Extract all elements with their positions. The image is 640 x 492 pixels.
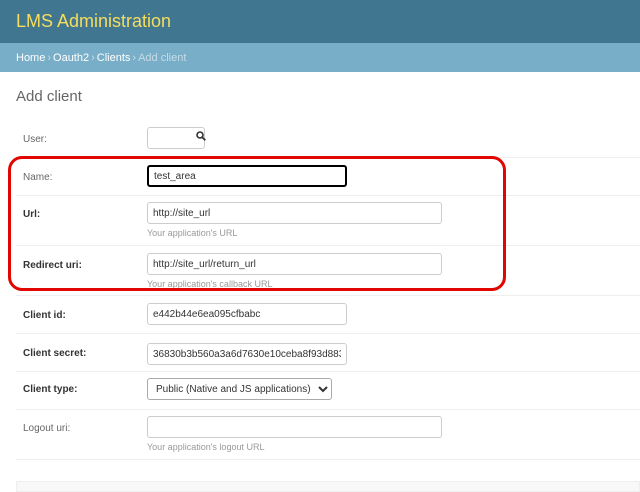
search-icon[interactable] — [196, 131, 206, 141]
name-label: Name: — [23, 172, 53, 183]
form-row-client-type: Client type: Public (Native and JS appli… — [16, 372, 640, 410]
client-secret-label: Client secret: — [23, 348, 87, 359]
client-type-label: Client type: — [23, 384, 78, 395]
site-title[interactable]: LMS Administration — [16, 11, 171, 31]
logout-uri-label: Logout uri: — [23, 423, 71, 434]
page-title: Add client — [16, 88, 82, 105]
user-label: User: — [23, 134, 47, 145]
submit-row — [16, 481, 640, 492]
logout-uri-input[interactable] — [147, 416, 442, 438]
url-help-text: Your application's URL — [147, 228, 238, 238]
form-row-redirect-uri: Redirect uri: Your application's callbac… — [16, 246, 640, 296]
redirect-uri-label: Redirect uri: — [23, 260, 82, 271]
redirect-uri-help-text: Your application's callback URL — [147, 279, 273, 289]
breadcrumb-current: Add client — [138, 52, 187, 64]
client-id-input[interactable] — [147, 303, 347, 325]
logout-uri-help-text: Your application's logout URL — [147, 442, 265, 452]
url-input[interactable] — [147, 202, 442, 224]
form-row-client-secret: Client secret: — [16, 334, 640, 372]
name-input[interactable] — [147, 165, 347, 187]
breadcrumb-separator: › — [132, 52, 137, 64]
redirect-uri-input[interactable] — [147, 253, 442, 275]
breadcrumb-separator: › — [47, 52, 52, 64]
breadcrumb-model[interactable]: Clients — [97, 52, 131, 64]
breadcrumb-separator: › — [91, 52, 95, 64]
form-row-logout-uri: Logout uri: Your application's logout UR… — [16, 410, 640, 460]
form-row-user: User: — [16, 119, 640, 158]
client-secret-input[interactable] — [147, 343, 347, 365]
url-label: Url: — [23, 209, 41, 220]
breadcrumb: Home › Oauth2 › Clients › Add client — [0, 43, 640, 72]
form-row-client-id: Client id: — [16, 296, 640, 334]
client-id-label: Client id: — [23, 310, 66, 321]
form-row-name: Name: — [16, 158, 640, 196]
breadcrumb-home[interactable]: Home — [16, 52, 45, 64]
form-row-url: Url: Your application's URL — [16, 196, 640, 246]
breadcrumb-app[interactable]: Oauth2 — [53, 52, 89, 64]
client-type-select[interactable]: Public (Native and JS applications) — [147, 378, 332, 400]
site-header: LMS Administration — [0, 0, 640, 43]
